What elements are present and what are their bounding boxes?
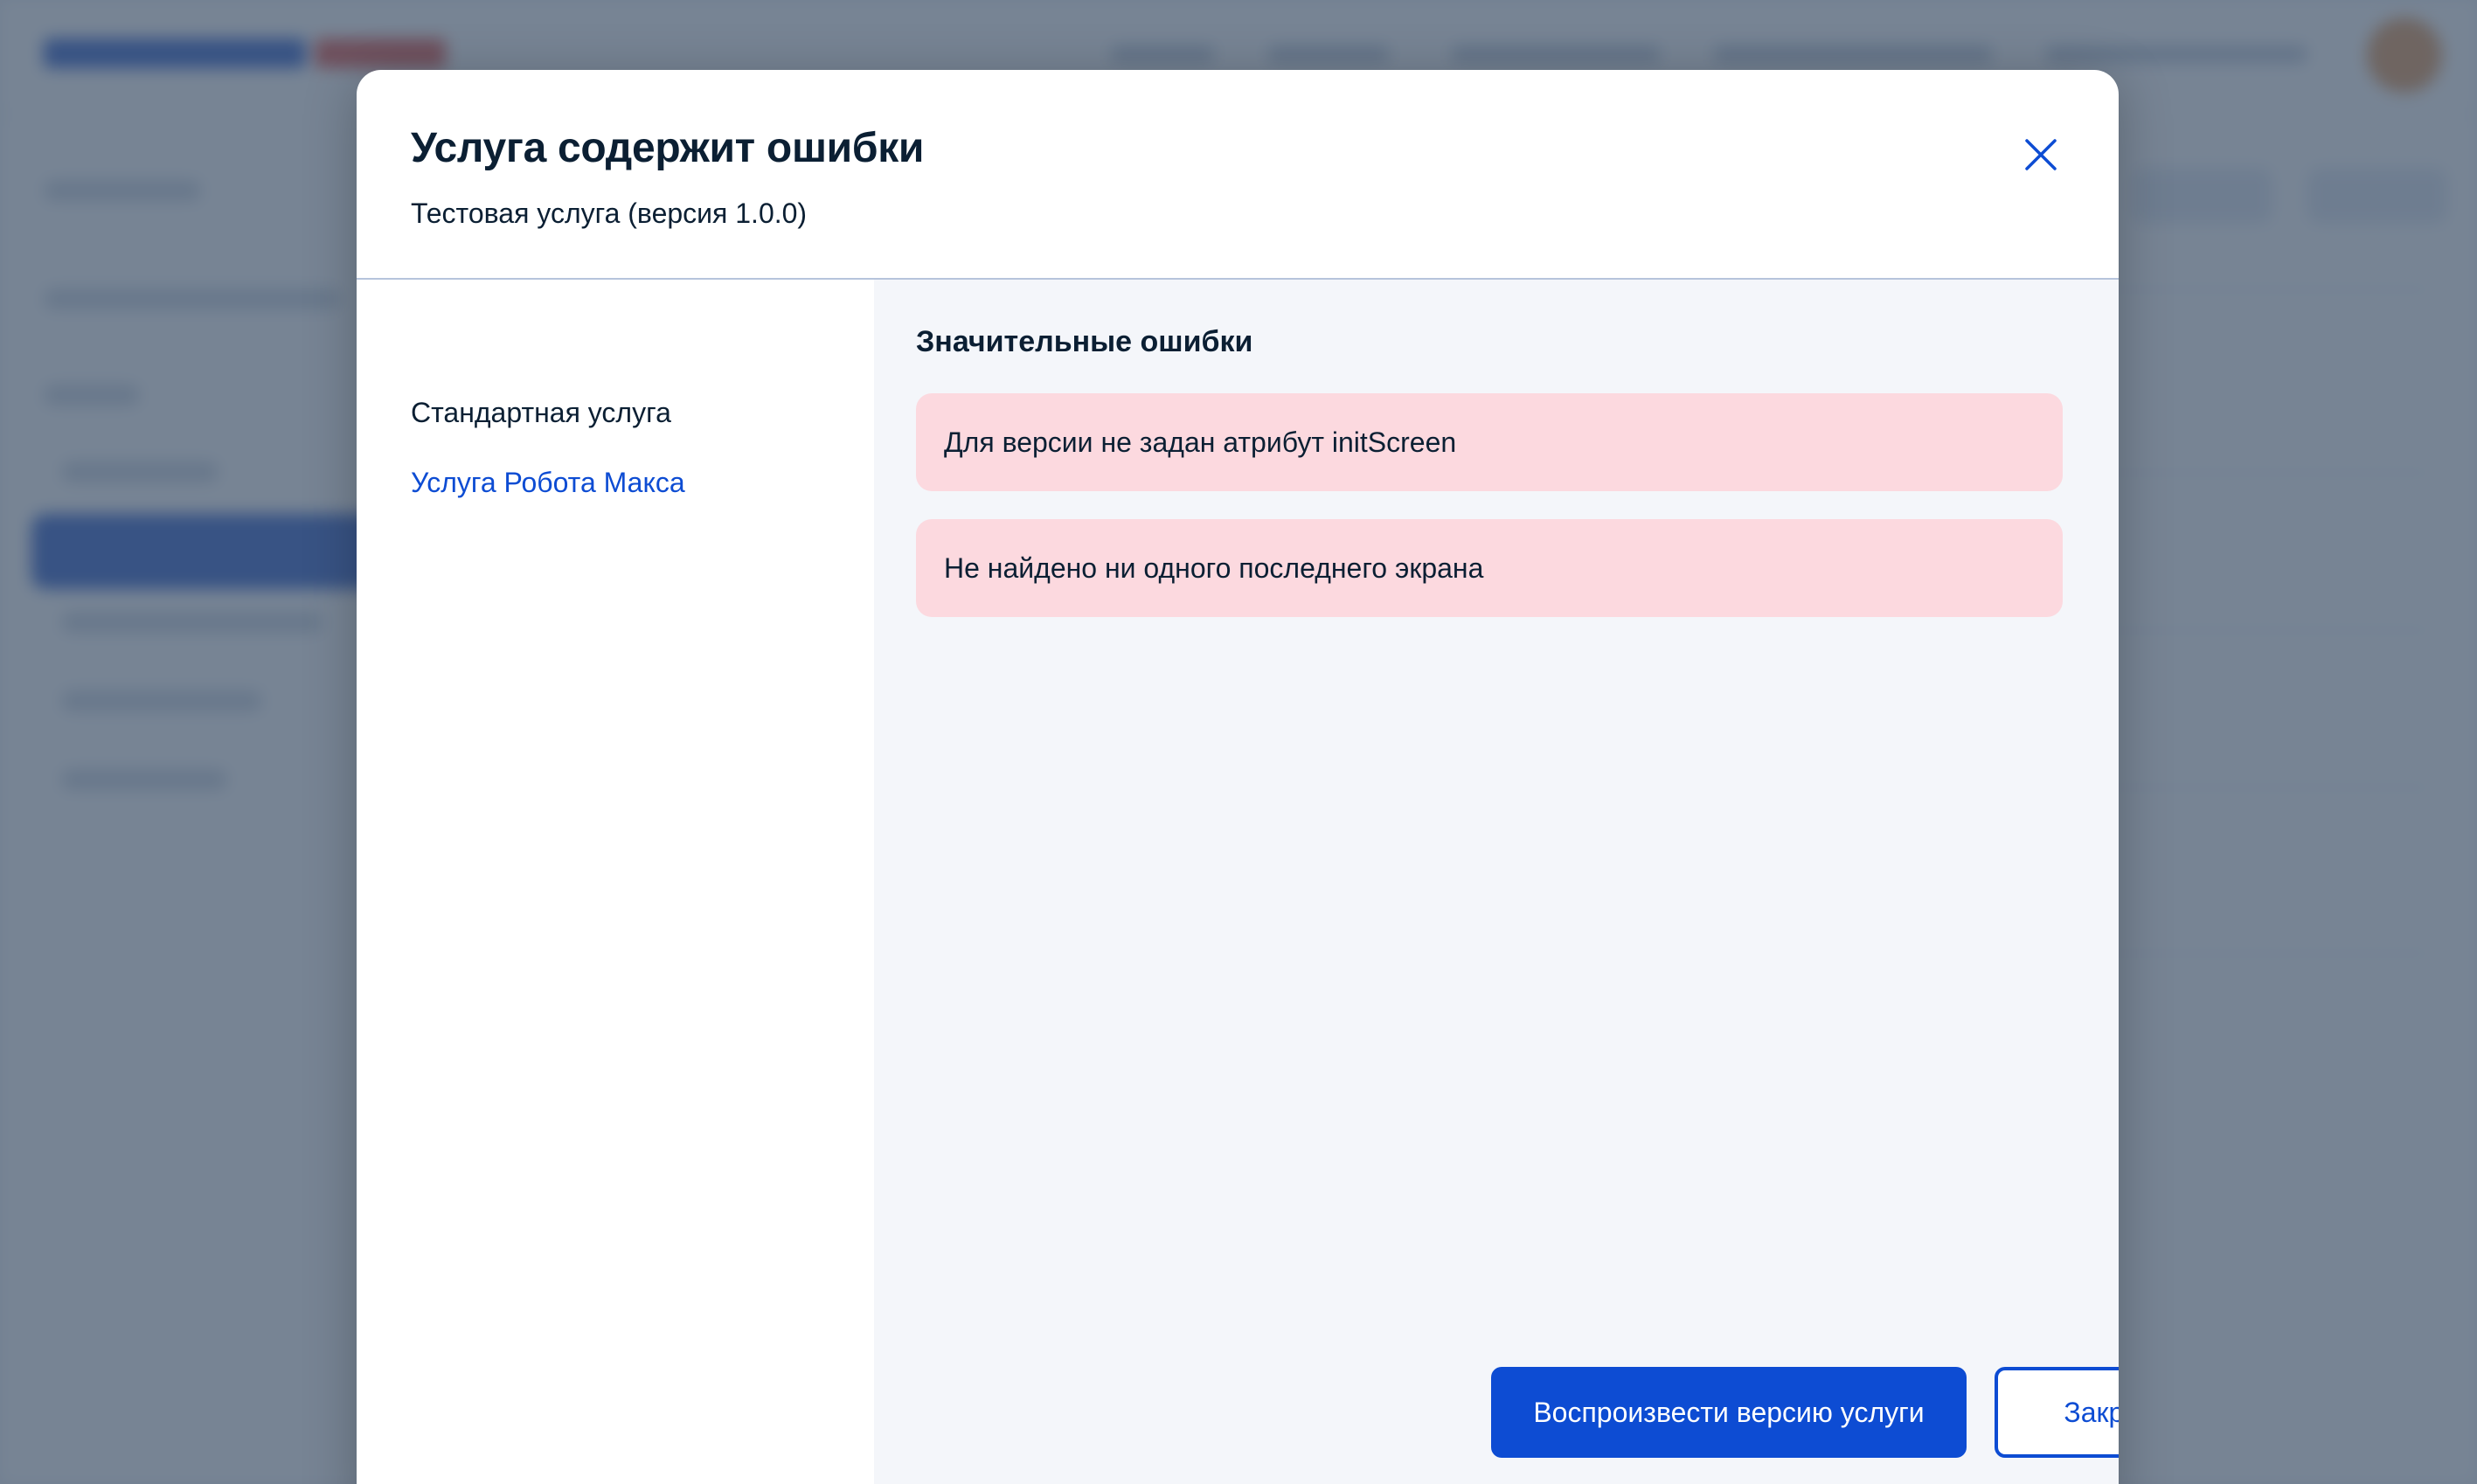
- modal-body: Стандартная услуга Услуга Робота Макса З…: [357, 280, 2119, 1484]
- modal-header: Услуга содержит ошибки Тестовая услуга (…: [357, 70, 2119, 280]
- errors-modal: Услуга содержит ошибки Тестовая услуга (…: [357, 70, 2119, 1484]
- close-icon: [2025, 139, 2057, 170]
- service-nav: Стандартная услуга Услуга Робота Макса: [357, 280, 874, 1484]
- modal-subtitle: Тестовая услуга (версия 1.0.0): [411, 198, 808, 229]
- error-item: Для версии не задан атрибут initScreen: [916, 393, 2063, 491]
- nav-item-standard-service[interactable]: Стандартная услуга: [411, 397, 671, 429]
- error-item: Не найдено ни одного последнего экрана: [916, 519, 2063, 617]
- modal-title: Услуга содержит ошибки: [411, 125, 925, 171]
- nav-item-robot-max-service[interactable]: Услуга Робота Макса: [411, 467, 685, 499]
- play-service-version-button[interactable]: Воспроизвести версию услуги: [1491, 1367, 1967, 1458]
- close-modal-button[interactable]: Закрыть: [1995, 1367, 2119, 1458]
- section-title: Значительные ошибки: [916, 325, 1253, 358]
- errors-panel: Значительные ошибки Для версии не задан …: [874, 280, 2119, 1484]
- close-button[interactable]: [2016, 129, 2066, 180]
